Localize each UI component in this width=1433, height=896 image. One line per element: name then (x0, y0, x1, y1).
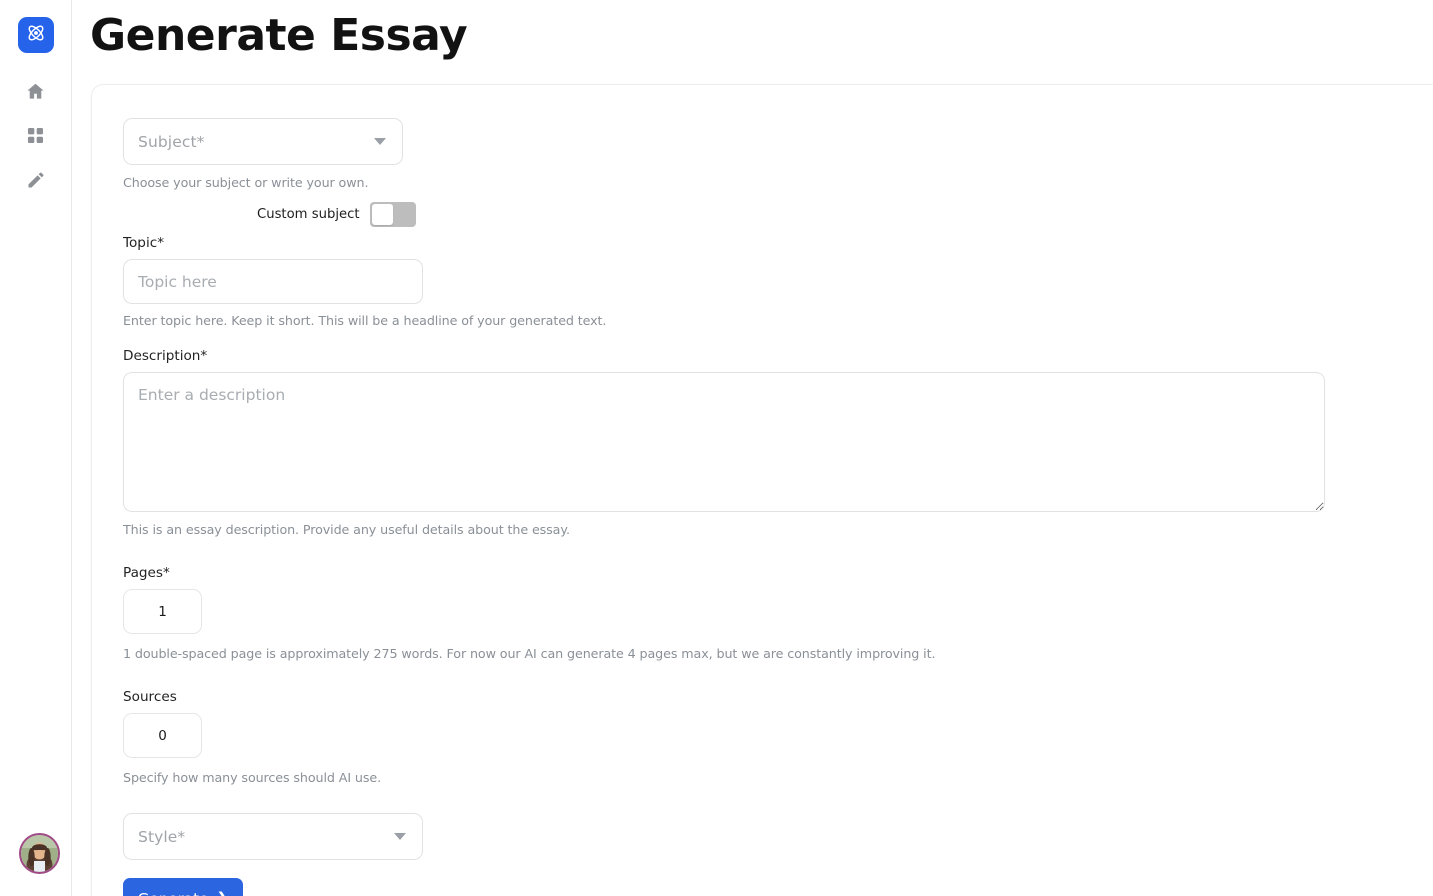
subject-helper-text: Choose your subject or write your own. (123, 175, 369, 190)
chevron-down-icon (374, 138, 386, 145)
custom-subject-row: Custom subject (257, 202, 523, 227)
page-title: Generate Essay (90, 10, 468, 61)
custom-subject-label: Custom subject (257, 207, 360, 222)
app-root: Generate Essay Subject* Choose your subj… (0, 0, 1433, 896)
grid-icon (26, 126, 45, 150)
description-helper-text: This is an essay description. Provide an… (123, 522, 570, 537)
sidebar-item-home[interactable] (16, 74, 56, 114)
generate-button-label: Generate (138, 890, 209, 896)
description-textarea[interactable] (123, 372, 1325, 512)
topic-helper-text: Enter topic here. Keep it short. This wi… (123, 313, 607, 328)
sources-input[interactable] (123, 713, 202, 758)
generate-button[interactable]: Generate ❯ (123, 878, 243, 896)
subject-select[interactable]: Subject* (123, 118, 403, 165)
app-logo[interactable] (17, 17, 54, 53)
sources-helper-text: Specify how many sources should AI use. (123, 770, 382, 785)
topic-label: Topic* (123, 235, 164, 251)
chevron-right-icon: ❯ (217, 891, 229, 896)
chevron-down-icon (394, 833, 406, 840)
toggle-knob (371, 204, 393, 225)
main-content: Generate Essay Subject* Choose your subj… (72, 0, 1433, 896)
sidebar-item-editor[interactable] (16, 162, 56, 202)
home-icon (25, 81, 46, 107)
atom-icon (25, 22, 47, 49)
description-label: Description* (123, 348, 208, 364)
sidebar (0, 0, 72, 896)
generate-essay-form: Subject* Choose your subject or write yo… (123, 118, 1423, 896)
custom-subject-toggle[interactable] (369, 202, 416, 227)
form-card: Subject* Choose your subject or write yo… (91, 84, 1433, 896)
sidebar-nav (16, 53, 56, 202)
sources-label: Sources (123, 689, 177, 705)
pages-label: Pages* (123, 565, 170, 581)
pencil-icon (26, 170, 46, 195)
subject-select-label: Subject* (138, 132, 205, 151)
avatar[interactable] (19, 833, 60, 874)
pages-helper-text: 1 double-spaced page is approximately 27… (123, 646, 936, 661)
pages-input[interactable] (123, 589, 202, 634)
topic-input[interactable] (123, 259, 423, 304)
sidebar-item-dashboard[interactable] (16, 118, 56, 158)
style-select[interactable]: Style* (123, 813, 423, 860)
style-select-label: Style* (138, 827, 186, 846)
